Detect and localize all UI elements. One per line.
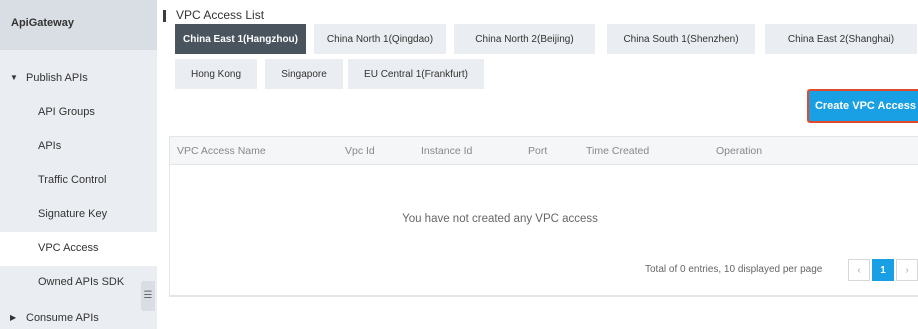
column-header-operation: Operation <box>716 145 763 157</box>
chevron-right-icon: › <box>905 264 909 276</box>
empty-table-message: You have not created any VPC access <box>402 213 598 225</box>
caret-down-icon: ▼ <box>10 73 18 82</box>
sidebar-section-label: Consume APIs <box>26 312 99 324</box>
tab-region-china-east-2[interactable]: China East 2(Shanghai) <box>765 24 917 54</box>
sidebar: ApiGateway ▼ Publish APIs API Groups API… <box>0 0 157 329</box>
pagination-summary: Total of 0 entries, 10 displayed per pag… <box>645 264 823 275</box>
tab-region-china-south-1[interactable]: China South 1(Shenzhen) <box>607 24 755 54</box>
table-footer-divider <box>169 296 918 297</box>
pagination-next-button[interactable]: › <box>896 259 918 281</box>
create-vpc-access-button[interactable]: Create VPC Access <box>807 89 918 123</box>
sidebar-item-vpc-access[interactable]: VPC Access <box>0 232 157 266</box>
sidebar-collapse-handle[interactable]: ☰ <box>141 281 155 311</box>
sidebar-item-apis[interactable]: APIs <box>0 130 157 164</box>
column-header-port: Port <box>528 145 548 157</box>
tab-region-china-east-1[interactable]: China East 1(Hangzhou) <box>175 24 306 54</box>
collapse-icon: ☰ <box>143 290 153 301</box>
tab-region-hong-kong[interactable]: Hong Kong <box>175 59 257 89</box>
column-header-time-created: Time Created <box>586 145 650 157</box>
sidebar-section-consume-apis[interactable]: ▶ Consume APIs <box>0 302 157 329</box>
column-header-instance-id: Instance Id <box>421 145 473 157</box>
sidebar-item-owned-apis-sdk[interactable]: Owned APIs SDK <box>0 266 157 300</box>
caret-right-icon: ▶ <box>10 313 17 322</box>
chevron-left-icon: ‹ <box>857 264 861 276</box>
tab-region-eu-central-1[interactable]: EU Central 1(Frankfurt) <box>348 59 484 89</box>
title-accent-bar <box>163 10 166 22</box>
sidebar-brand: ApiGateway <box>0 0 157 50</box>
tab-region-china-north-2[interactable]: China North 2(Beijing) <box>454 24 595 54</box>
page-title: VPC Access List <box>176 8 265 22</box>
main-content: VPC Access List China East 1(Hangzhou) C… <box>157 0 918 329</box>
sidebar-section-publish-apis[interactable]: ▼ Publish APIs <box>0 62 157 96</box>
tab-region-china-north-1[interactable]: China North 1(Qingdao) <box>314 24 446 54</box>
sidebar-item-signature-key[interactable]: Signature Key <box>0 198 157 232</box>
table-header: VPC Access Name Vpc Id Instance Id Port … <box>170 137 918 165</box>
pagination-prev-button[interactable]: ‹ <box>848 259 870 281</box>
sidebar-section-label: Publish APIs <box>26 72 88 84</box>
tab-region-singapore[interactable]: Singapore <box>265 59 343 89</box>
sidebar-item-api-groups[interactable]: API Groups <box>0 96 157 130</box>
column-header-vpc-access-name: VPC Access Name <box>177 145 266 157</box>
column-header-vpc-id: Vpc Id <box>345 145 375 157</box>
pagination-page-1[interactable]: 1 <box>872 259 894 281</box>
sidebar-item-traffic-control[interactable]: Traffic Control <box>0 164 157 198</box>
